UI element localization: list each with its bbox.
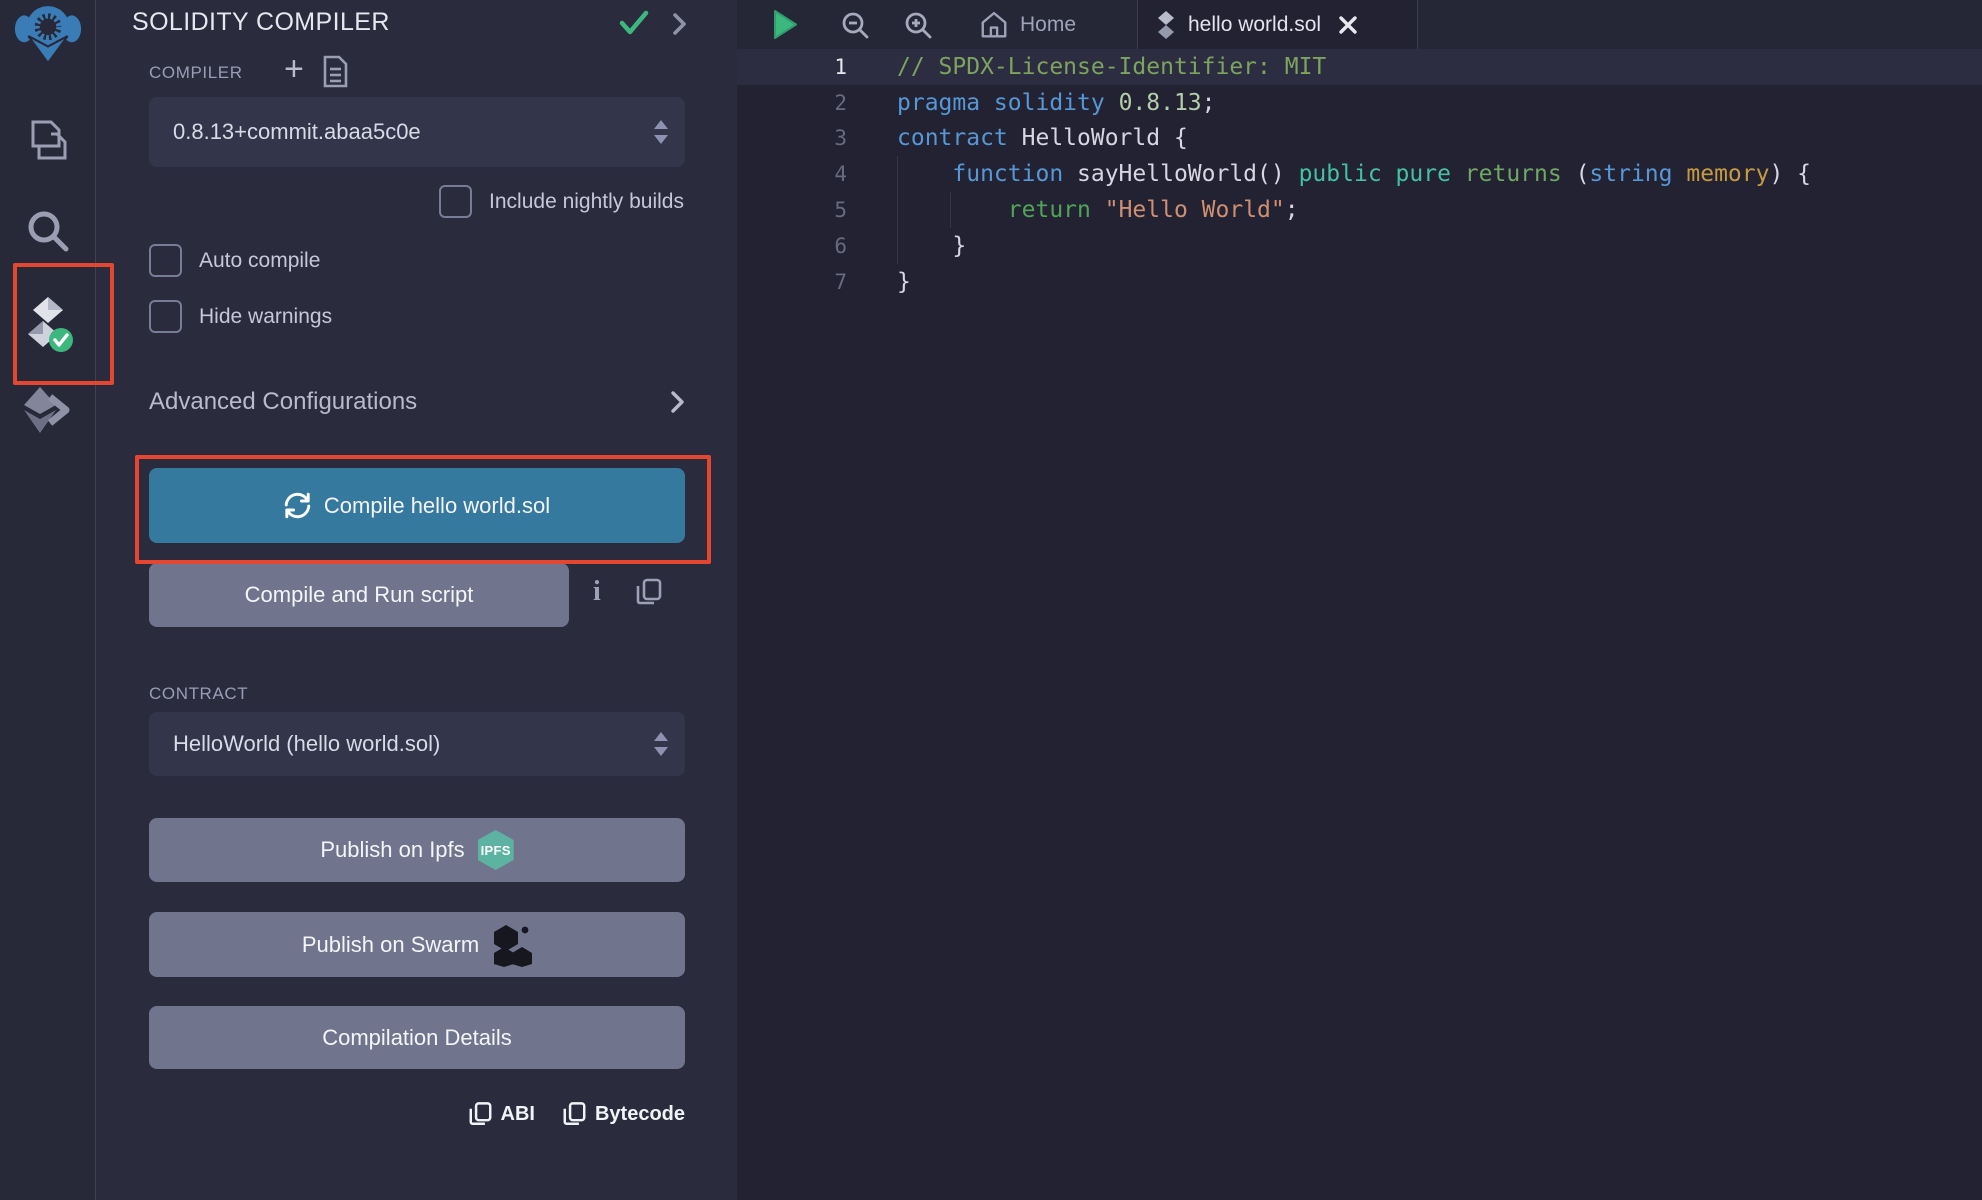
solidity-compiler-panel: SOLIDITY COMPILER COMPILER + 0.8.13+comm… [96, 0, 737, 1200]
copy-script-icon[interactable] [636, 578, 662, 611]
ipfs-badge-icon: IPFS [478, 830, 514, 870]
indent-guide [897, 156, 898, 264]
include-nightly-label[interactable]: Include nightly builds [489, 190, 684, 214]
code-line[interactable]: 5 return "Hello World"; [737, 192, 1982, 228]
info-icon[interactable]: i [593, 576, 601, 608]
run-script-play-icon[interactable] [773, 10, 797, 44]
publish-ipfs-button[interactable]: Publish on Ipfs IPFS [149, 818, 685, 882]
code-text: } [847, 233, 966, 259]
icon-sidebar [0, 0, 96, 1200]
code-line[interactable]: 2pragma solidity 0.8.13; [737, 85, 1982, 121]
code-text: function sayHelloWorld() public pure ret… [847, 161, 1811, 187]
zoom-in-icon[interactable] [904, 11, 932, 44]
copy-bytecode-button[interactable]: Bytecode [563, 1101, 685, 1127]
remix-logo-icon[interactable] [0, 2, 95, 64]
advanced-chevron-icon [670, 390, 685, 414]
panel-collapse-chevron-icon[interactable] [671, 12, 687, 41]
tab-file-label: hello world.sol [1188, 13, 1321, 37]
contract-section-label: CONTRACT [149, 684, 248, 704]
editor-tabbar: Home hello world.sol [737, 0, 1982, 50]
code-text: } [847, 269, 911, 295]
tab-home[interactable]: Home [961, 0, 1094, 49]
solidity-file-icon [1155, 11, 1177, 39]
auto-compile-checkbox[interactable] [149, 244, 182, 277]
abi-label: ABI [501, 1103, 535, 1126]
code-text: // SPDX-License-Identifier: MIT [847, 54, 1326, 80]
compile-button-label: Compile hello world.sol [324, 493, 550, 519]
hide-warnings-checkbox[interactable] [149, 300, 182, 333]
zoom-out-icon[interactable] [841, 11, 869, 44]
advanced-configurations[interactable]: Advanced Configurations [149, 388, 685, 416]
bytecode-label: Bytecode [595, 1103, 685, 1126]
line-number: 2 [737, 91, 847, 115]
hide-warnings-label[interactable]: Hide warnings [199, 305, 332, 329]
add-compiler-icon[interactable]: + [284, 50, 304, 89]
contract-select[interactable]: HelloWorld (hello world.sol) [149, 712, 685, 776]
publish-swarm-button[interactable]: Publish on Swarm [149, 912, 685, 977]
search-icon[interactable] [0, 208, 95, 254]
compiler-doc-icon[interactable] [322, 55, 349, 93]
panel-title: SOLIDITY COMPILER [132, 8, 390, 37]
copy-abi-button[interactable]: ABI [469, 1101, 535, 1127]
copy-icon [563, 1101, 586, 1127]
code-line[interactable]: 1// SPDX-License-Identifier: MIT [737, 49, 1982, 85]
swarm-icon [492, 923, 532, 967]
auto-compile-label[interactable]: Auto compile [199, 249, 320, 273]
solidity-compiler-icon[interactable] [0, 295, 95, 355]
compile-button[interactable]: Compile hello world.sol [149, 468, 685, 543]
publish-swarm-label: Publish on Swarm [302, 932, 479, 958]
code-text: pragma solidity 0.8.13; [847, 90, 1216, 116]
line-number: 7 [737, 270, 847, 294]
advanced-configurations-label: Advanced Configurations [149, 388, 417, 416]
indent-guide [950, 192, 951, 228]
line-number: 3 [737, 126, 847, 150]
compilation-details-button[interactable]: Compilation Details [149, 1006, 685, 1069]
home-icon [979, 10, 1009, 40]
compiler-section-label: COMPILER [149, 63, 243, 83]
publish-ipfs-label: Publish on Ipfs [320, 837, 464, 863]
line-number: 6 [737, 234, 847, 258]
abi-bytecode-row: ABI Bytecode [469, 1101, 685, 1127]
refresh-icon [284, 492, 311, 519]
compiler-version-value: 0.8.13+commit.abaa5c0e [173, 119, 653, 145]
code-line[interactable]: 6 } [737, 228, 1982, 264]
select-arrows-icon [653, 119, 669, 145]
line-number: 1 [737, 55, 847, 79]
line-number: 4 [737, 162, 847, 186]
close-tab-icon[interactable] [1338, 15, 1358, 35]
compilation-details-label: Compilation Details [322, 1025, 512, 1051]
include-nightly-checkbox[interactable] [439, 185, 472, 218]
tab-hello-world-sol[interactable]: hello world.sol [1137, 0, 1418, 50]
compiler-version-select[interactable]: 0.8.13+commit.abaa5c0e [149, 97, 685, 167]
code-text: contract HelloWorld { [847, 125, 1188, 151]
code-line[interactable]: 4 function sayHelloWorld() public pure r… [737, 156, 1982, 192]
include-nightly-row: Include nightly builds [439, 185, 684, 218]
hide-warnings-row: Hide warnings [149, 300, 332, 333]
code-text: return "Hello World"; [847, 197, 1299, 223]
code-line[interactable]: 3contract HelloWorld { [737, 121, 1982, 157]
copy-icon [469, 1101, 492, 1127]
line-number: 5 [737, 198, 847, 222]
compile-success-check-icon [619, 10, 649, 41]
compile-and-run-label: Compile and Run script [245, 582, 474, 608]
file-explorer-icon[interactable] [0, 118, 95, 164]
auto-compile-row: Auto compile [149, 244, 320, 277]
code-editor[interactable]: 1// SPDX-License-Identifier: MIT2pragma … [737, 49, 1982, 300]
deploy-and-run-icon[interactable] [0, 385, 95, 435]
contract-select-value: HelloWorld (hello world.sol) [173, 731, 653, 757]
editor-region: Home hello world.sol 1// SPDX-License-Id… [737, 0, 1982, 1200]
remix-ide-window: SOLIDITY COMPILER COMPILER + 0.8.13+comm… [0, 0, 1982, 1200]
tab-home-label: Home [1020, 13, 1076, 37]
code-line[interactable]: 7} [737, 264, 1982, 300]
compile-and-run-button[interactable]: Compile and Run script [149, 563, 569, 627]
select-arrows-icon [653, 731, 669, 757]
